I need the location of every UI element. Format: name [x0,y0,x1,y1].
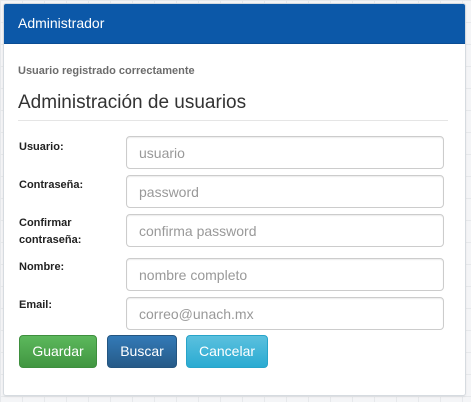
confirm-password-label-line1: Confirmar [19,217,72,229]
username-input[interactable] [126,136,444,169]
email-input[interactable] [126,297,444,330]
confirm-password-label-line2: contraseña: [19,234,82,246]
name-input[interactable] [126,258,444,291]
search-button[interactable]: Buscar [107,335,177,368]
cancel-button[interactable]: Cancelar [186,335,268,368]
email-label: Email: [19,299,53,311]
panel-title: Administrador [4,4,465,44]
status-message: Usuario registrado correctamente [18,65,195,77]
name-label: Nombre: [19,261,65,273]
username-label: Usuario: [19,141,64,153]
password-label: Contraseña: [19,179,84,191]
admin-panel: Administrador Usuario registrado correct… [3,3,466,396]
password-input[interactable] [126,175,444,208]
save-button[interactable]: Guardar [19,335,97,368]
section-title: Administración de usuarios [18,92,448,121]
confirm-password-input[interactable] [126,214,444,247]
confirm-password-label: Confirmar contraseña: [19,215,119,249]
